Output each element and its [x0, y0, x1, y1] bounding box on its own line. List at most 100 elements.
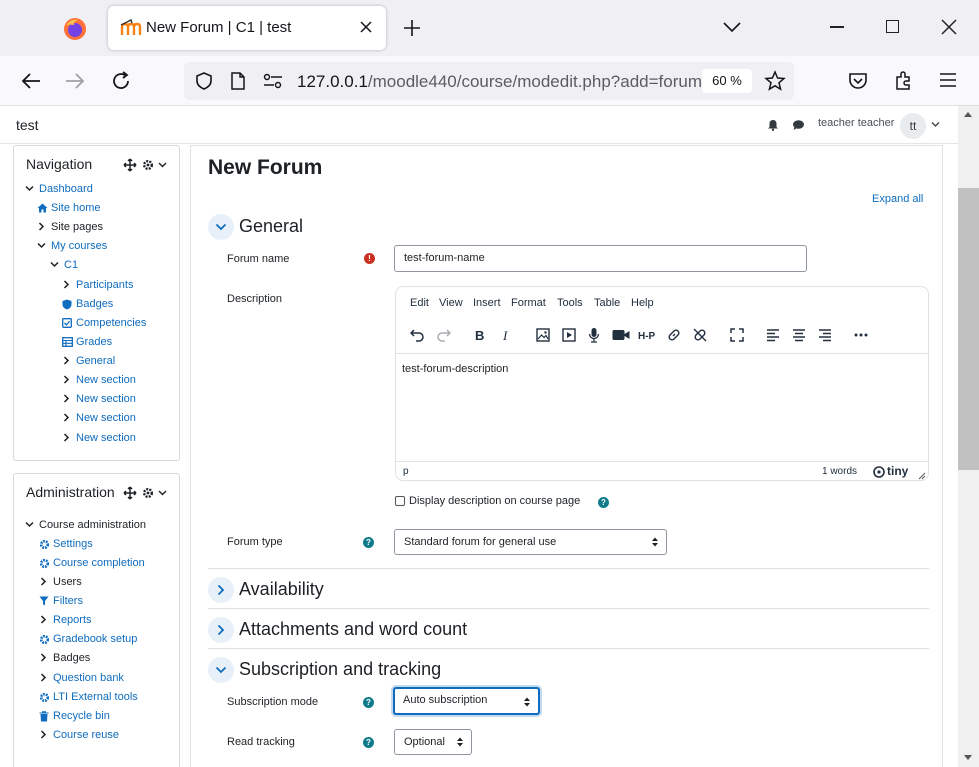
italic-icon[interactable]: I	[501, 328, 511, 342]
page-title: New Forum	[208, 156, 323, 179]
page-scrollbar-thumb[interactable]	[958, 188, 979, 470]
editor-menu-tools[interactable]: Tools	[557, 297, 583, 309]
record-video-icon[interactable]	[612, 329, 630, 341]
unlink-icon[interactable]	[693, 328, 707, 342]
user-avatar[interactable]: tt	[900, 113, 926, 139]
forum-name-label: Forum name	[227, 253, 290, 265]
align-right-icon[interactable]	[818, 328, 832, 342]
subscription-mode-select[interactable]: Auto subscription	[393, 687, 540, 715]
word-count[interactable]: 1 words	[822, 466, 857, 477]
tree-item-label: Course administration	[39, 519, 146, 531]
media-icon[interactable]	[562, 328, 576, 342]
redo-icon[interactable]	[437, 328, 451, 342]
site-name-link[interactable]: test	[16, 117, 39, 133]
section-toggle-circle[interactable]	[208, 214, 234, 240]
help-icon[interactable]: ?	[363, 737, 374, 748]
firefox-icon[interactable]	[62, 16, 88, 42]
h5p-icon[interactable]: H-P	[638, 329, 658, 341]
browser-tab-bar: New Forum | C1 | test	[0, 0, 979, 56]
scroll-down-arrow-icon[interactable]	[964, 755, 972, 760]
description-text: test-forum-description	[402, 363, 509, 375]
section-attachments-header[interactable]: Attachments and word count	[208, 615, 488, 645]
section-divider	[208, 608, 929, 609]
editor-menu-table[interactable]: Table	[594, 297, 620, 309]
bold-icon[interactable]: B	[474, 328, 486, 342]
editor-menu-insert[interactable]: Insert	[473, 297, 501, 309]
section-general-title: General	[239, 216, 304, 236]
moodle-navbar: test	[0, 106, 958, 144]
resize-handle-icon[interactable]	[918, 472, 926, 480]
display-description-checkbox[interactable]	[395, 496, 405, 506]
section-toggle-circle[interactable]	[208, 617, 234, 643]
expand-all-link[interactable]: Expand all	[872, 193, 923, 205]
editor-menu-edit[interactable]: Edit	[410, 297, 429, 309]
block-controls-icon[interactable]	[123, 158, 169, 172]
hamburger-menu-icon[interactable]	[938, 71, 958, 89]
administration-block-title: Administration	[26, 484, 115, 500]
tree-item-label: Site home	[51, 202, 101, 214]
link-icon[interactable]	[667, 328, 681, 342]
extensions-icon[interactable]	[893, 69, 915, 91]
close-tab-icon[interactable]	[358, 19, 374, 35]
tree-item-label: Competencies	[76, 317, 147, 329]
section-subscription-header[interactable]: Subscription and tracking	[208, 655, 458, 685]
tree-item-label: My courses	[51, 240, 108, 252]
reload-icon[interactable]	[110, 70, 132, 92]
back-arrow-icon[interactable]	[20, 71, 42, 91]
url-bar[interactable]: 127.0.0.1/moodle440/course/modedit.php?a…	[184, 62, 794, 100]
new-tab-icon[interactable]	[402, 18, 422, 38]
tree-item-label: Grades	[76, 336, 113, 348]
more-options-icon[interactable]	[854, 333, 868, 337]
notification-bell-icon[interactable]	[767, 119, 779, 131]
help-icon[interactable]: ?	[363, 697, 374, 708]
tree-item-label: Reports	[53, 614, 92, 626]
pocket-icon[interactable]	[847, 70, 869, 92]
window-close-icon[interactable]	[940, 18, 958, 36]
editor-menu-help[interactable]: Help	[631, 297, 654, 309]
section-toggle-circle[interactable]	[208, 577, 234, 603]
shield-icon[interactable]	[194, 71, 214, 91]
user-name[interactable]: teacher teacher	[818, 117, 894, 129]
page-icon[interactable]	[230, 71, 246, 91]
tab-list-chevron-icon[interactable]	[722, 20, 742, 34]
tiny-brand[interactable]: tiny	[887, 464, 908, 478]
read-tracking-select[interactable]: Optional	[394, 729, 472, 755]
url-path: /moodle440/course/modedit.php?add=forum	[367, 72, 702, 91]
window-maximize-icon[interactable]	[886, 20, 899, 33]
block-controls-icon[interactable]	[123, 486, 169, 500]
browser-tab-active[interactable]: New Forum | C1 | test	[108, 6, 386, 50]
forward-arrow-icon[interactable]	[64, 71, 86, 91]
messages-icon[interactable]	[792, 119, 805, 131]
tree-item-label: Recycle bin	[53, 710, 110, 722]
align-center-icon[interactable]	[792, 328, 806, 342]
scroll-up-arrow-icon[interactable]	[964, 112, 972, 117]
forum-name-input[interactable]: test-forum-name	[394, 245, 807, 272]
help-icon[interactable]: ?	[598, 497, 609, 508]
forum-type-select[interactable]: Standard forum for general use	[394, 529, 667, 555]
help-icon[interactable]: ?	[363, 537, 374, 548]
editor-menu-format[interactable]: Format	[511, 297, 546, 309]
user-menu-chevron-icon[interactable]	[931, 121, 940, 128]
align-left-icon[interactable]	[766, 328, 780, 342]
editor-menu-view[interactable]: View	[439, 297, 463, 309]
undo-icon[interactable]	[410, 328, 424, 342]
editor-content-area[interactable]: test-forum-description	[396, 353, 928, 461]
tree-item-label: Course reuse	[53, 729, 120, 741]
editor-path[interactable]: p	[403, 466, 409, 477]
tree-item-label: Gradebook setup	[53, 633, 138, 645]
image-icon[interactable]	[536, 328, 550, 342]
zoom-level-badge[interactable]: 60 %	[702, 69, 752, 93]
tree-item-label: General	[76, 355, 116, 367]
forum-type-value: Standard forum for general use	[404, 536, 557, 548]
section-general-header[interactable]: General	[208, 212, 328, 242]
bookmark-star-icon[interactable]	[764, 70, 786, 92]
section-divider	[208, 648, 929, 649]
window-minimize-icon[interactable]	[830, 26, 844, 28]
fullscreen-icon[interactable]	[730, 328, 744, 342]
section-availability-header[interactable]: Availability	[208, 575, 338, 605]
permissions-icon[interactable]	[262, 73, 284, 89]
url-text[interactable]: 127.0.0.1/moodle440/course/modedit.php?a…	[297, 72, 702, 92]
record-audio-icon[interactable]	[588, 327, 600, 343]
section-toggle-circle[interactable]	[208, 657, 234, 683]
tree-item-label: Settings	[53, 538, 93, 550]
